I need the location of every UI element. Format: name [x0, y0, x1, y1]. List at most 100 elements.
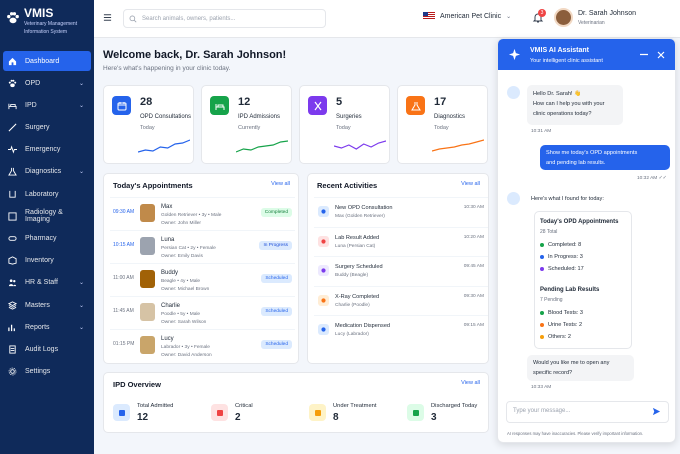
appointments-view-all-link[interactable]: View all	[271, 181, 290, 187]
close-icon[interactable]	[657, 51, 665, 59]
send-icon[interactable]	[652, 407, 661, 416]
stat-card-ipd-admissions[interactable]: 12 IPD Admissions Currently	[201, 85, 292, 164]
stat-card-surgeries[interactable]: 5 Surgeries Today	[299, 85, 390, 164]
pet-details: Persian Cat • 2y • Female	[161, 246, 216, 251]
flask-icon	[318, 235, 329, 247]
sidebar-item-radiology-imaging[interactable]: Radiology & Imaging	[3, 206, 91, 226]
sidebar-item-label: Inventory	[25, 257, 54, 265]
paw-logo-icon	[7, 12, 19, 24]
log-icon	[8, 345, 17, 354]
sidebar-item-inventory[interactable]: Inventory	[3, 251, 91, 271]
activity-subject: Buddy (Beagle)	[335, 273, 369, 278]
menu-icon[interactable]	[103, 13, 112, 22]
sidebar-item-pharmacy[interactable]: Pharmacy	[3, 229, 91, 249]
appointment-time: 11:45 AM	[113, 308, 134, 314]
bot-message: Hello Dr. Sarah! 👋 How can I help you wi…	[527, 85, 623, 125]
stat-label: IPD Admissions	[238, 114, 281, 120]
sidebar-item-label: Settings	[25, 368, 51, 376]
message-time: 10:32 AM ✓✓	[637, 176, 667, 181]
pill-icon	[8, 234, 17, 243]
ai-title: VMIS AI Assistant	[530, 47, 589, 54]
user-message-line1: Show me today's OPD appointments	[546, 150, 638, 156]
sidebar-item-audit-logs[interactable]: Audit Logs	[3, 339, 91, 359]
sidebar-item-laboratory[interactable]: Laboratory	[3, 184, 91, 204]
ipd-stat-value: 2	[235, 412, 241, 423]
pet-details: Poodle • 5y • Male	[161, 312, 201, 317]
sparkline	[138, 139, 190, 153]
stat-value: 28	[140, 96, 153, 108]
chevron-down-icon: ⌄	[78, 102, 84, 109]
pill-icon	[318, 324, 329, 335]
sidebar-item-diagnostics[interactable]: Diagnostics ⌄	[3, 162, 91, 182]
followup-line1: Would you like me to open any	[533, 360, 610, 366]
activities-view-all-link[interactable]: View all	[461, 181, 480, 187]
topbar: Search animals, owners, patients... Amer…	[94, 0, 680, 38]
minimize-icon[interactable]	[640, 53, 648, 56]
brand: VMIS Veterinary Management Information S…	[0, 0, 94, 44]
sidebar-item-settings[interactable]: Settings	[3, 362, 91, 382]
bot-greeting-line2: How can I help you with your	[533, 101, 605, 107]
pet-details: Beagle • 4y • Male	[161, 279, 201, 284]
ipd-stat-under-treatment: Under Treatment 8	[309, 402, 399, 424]
status-badge: Scheduled	[261, 340, 292, 349]
flask-icon	[407, 404, 424, 421]
chevron-down-icon: ⌄	[78, 280, 84, 287]
ipd-stat-label: Critical	[235, 403, 253, 409]
flask-icon	[406, 96, 425, 115]
appointment-time: 01:15 PM	[113, 341, 135, 347]
sidebar-item-label: Masters	[25, 301, 50, 309]
clinic-selector[interactable]: American Pet Clinic ⌄	[423, 12, 511, 20]
chevron-down-icon: ⌄	[78, 302, 84, 309]
activity-subject: Max (Golden Retriever)	[335, 214, 385, 219]
pet-photo	[140, 270, 155, 288]
sidebar-item-emergency[interactable]: Emergency	[3, 140, 91, 160]
bot-greeting-line1: Hello Dr. Sarah! 👋	[533, 91, 582, 97]
sidebar-item-label: Surgery	[25, 124, 50, 132]
activity-row[interactable]: X-Ray Completed Charlie (Poodle) 09:30 AM	[314, 285, 488, 315]
sidebar-item-surgery[interactable]: Surgery	[3, 118, 91, 138]
ipd-stat-total-admitted: Total Admitted 12	[113, 402, 203, 424]
sidebar-item-hr-staff[interactable]: HR & Staff ⌄	[3, 273, 91, 293]
chat-input[interactable]: Type your message...	[506, 401, 669, 423]
bot-avatar-icon	[507, 86, 520, 99]
sparkline	[236, 140, 288, 153]
clinic-name: American Pet Clinic	[440, 12, 502, 20]
stat-card-diagnostics[interactable]: 17 Diagnostics Today	[397, 85, 488, 164]
activity-row[interactable]: Medication Dispensed Lucy (Labrador) 09:15…	[314, 315, 488, 344]
activity-row[interactable]: Lab Result Added Luna (Persian Cat) 10:20 …	[314, 226, 488, 256]
user-name: Dr. Sarah Johnson	[578, 10, 636, 17]
xray-icon	[318, 294, 329, 306]
ipd-stat-value: 8	[333, 412, 339, 423]
sidebar-item-dashboard[interactable]: Dashboard	[3, 51, 91, 71]
search-input[interactable]: Search animals, owners, patients...	[123, 9, 326, 28]
stat-card-opd-consultations[interactable]: 28 OPD Consultations Today	[103, 85, 194, 164]
opd-scheduled: Scheduled: 17	[540, 266, 584, 272]
appointment-row[interactable]: 09:30 AM Max Golden Retriever • 3y • Male O…	[110, 197, 295, 229]
activity-row[interactable]: New OPD Consultation Max (Golden Retrieve…	[314, 197, 488, 226]
pet-photo	[140, 303, 155, 321]
activity-row[interactable]: Surgery Scheduled Buddy (Beagle) 09:45 AM	[314, 256, 488, 285]
user-message: Show me today's OPD appointments and pen…	[540, 145, 670, 170]
appointment-time: 11:00 AM	[113, 275, 134, 281]
avatar[interactable]	[554, 8, 573, 27]
appointment-row[interactable]: 11:45 AM Charlie Poodle • 5y • Male Owner: …	[110, 296, 295, 328]
appointment-row[interactable]: 11:00 AM Buddy Beagle • 4y • Male Owner: Mi…	[110, 263, 295, 295]
stat-period: Today	[336, 125, 351, 131]
appointment-row[interactable]: 10:15 AM Luna Persian Cat • 2y • Female Own…	[110, 230, 295, 262]
ipd-view-all-link[interactable]: View all	[461, 380, 480, 386]
appointment-row[interactable]: 01:15 PM Lucy Labrador • 3y • Female Owner:…	[110, 329, 295, 361]
sidebar-item-label: HR & Staff	[25, 279, 58, 287]
sidebar-item-opd[interactable]: OPD ⌄	[3, 73, 91, 93]
sidebar-item-masters[interactable]: Masters ⌄	[3, 295, 91, 315]
activity-title: Lab Result Added	[335, 234, 380, 241]
activity-time: 09:30 AM	[463, 293, 484, 299]
sidebar-item-ipd[interactable]: IPD ⌄	[3, 95, 91, 115]
brand-name: VMIS	[24, 6, 54, 20]
sidebar-item-reports[interactable]: Reports ⌄	[3, 317, 91, 337]
ipd-stat-value: 12	[137, 412, 149, 423]
pet-photo	[140, 204, 155, 222]
activity-subject: Luna (Persian Cat)	[335, 243, 376, 249]
activity-subject: Lucy (Labrador)	[335, 332, 369, 337]
stat-label: OPD Consultations	[140, 114, 192, 120]
scalpel-icon	[8, 123, 17, 132]
